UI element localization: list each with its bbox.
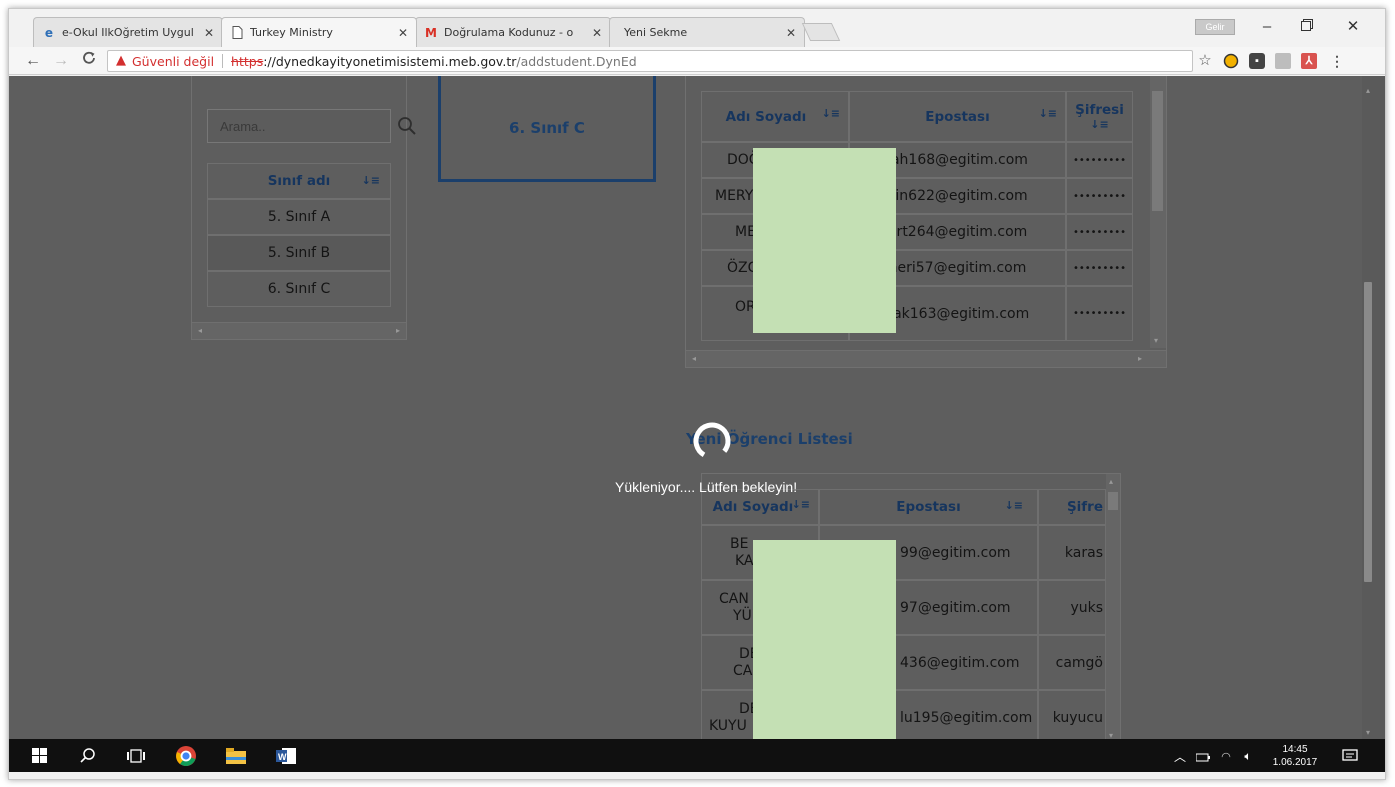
- sort-icon[interactable]: ↓≡: [822, 107, 840, 120]
- wifi-icon[interactable]: ◜◝: [1215, 745, 1237, 767]
- search-input[interactable]: [208, 118, 396, 134]
- svg-text:W: W: [278, 752, 287, 762]
- table-row-password[interactable]: •••••••••: [1066, 286, 1133, 341]
- tab-eokul[interactable]: e e-Okul IlkOğretim Uygul ✕: [33, 17, 223, 47]
- new-students-vscrollbar[interactable]: [1106, 474, 1120, 739]
- extension-grey-icon[interactable]: [1275, 53, 1291, 69]
- star-icon[interactable]: ☆: [1197, 53, 1213, 69]
- word-icon[interactable]: W: [275, 745, 297, 767]
- sort-icon[interactable]: ↓≡: [1039, 107, 1057, 120]
- scroll-up-icon[interactable]: ▴: [1366, 86, 1370, 95]
- menu-icon[interactable]: ⋮: [1329, 53, 1345, 69]
- sort-icon[interactable]: ↓≡: [1090, 118, 1108, 131]
- table-row-password[interactable]: camgö: [1038, 635, 1106, 690]
- scroll-down-icon[interactable]: ▾: [1109, 731, 1113, 739]
- tab-turkey-ministry[interactable]: Turkey Ministry ✕: [221, 17, 417, 47]
- scroll-thumb[interactable]: [1152, 91, 1163, 211]
- url-path: /addstudent.DynEd: [516, 53, 637, 69]
- page-icon: [230, 26, 244, 40]
- windows-start-icon[interactable]: [29, 745, 51, 767]
- sort-icon[interactable]: ↓≡: [362, 174, 380, 187]
- close-icon[interactable]: ✕: [592, 26, 602, 40]
- eokul-icon: e: [44, 25, 54, 40]
- new-tab-button[interactable]: [801, 23, 841, 41]
- search-icon[interactable]: [396, 115, 418, 137]
- redaction-block: [753, 148, 896, 333]
- address-bar[interactable]: ▲ Güvenli değil https://dynedkayityoneti…: [107, 50, 1193, 72]
- scroll-down-icon[interactable]: ▾: [1366, 728, 1370, 737]
- table-row-password[interactable]: •••••••••: [1066, 142, 1133, 178]
- loading-message: Yükleniyor.... Lütfen bekleyin!: [615, 479, 798, 495]
- url-host: ://dynedkayityonetimisistemi.meb.gov.tr: [263, 53, 517, 69]
- browser-window: e e-Okul IlkOğretim Uygul ✕ Turkey Minis…: [8, 8, 1386, 780]
- taskbar-clock[interactable]: 14:45 1.06.2017: [1267, 743, 1323, 769]
- table-row-password[interactable]: •••••••••: [1066, 214, 1133, 250]
- task-view-icon[interactable]: [125, 745, 147, 767]
- browser-toolbar: ← → ▲ Güvenli değil https://dynedkayityo…: [9, 47, 1385, 75]
- search-icon[interactable]: [77, 745, 99, 767]
- sort-icon[interactable]: ↓≡: [1005, 499, 1023, 512]
- profile-button[interactable]: Gelir: [1195, 19, 1235, 35]
- forward-button[interactable]: →: [51, 51, 71, 71]
- warning-icon: ▲: [116, 53, 126, 68]
- maximize-button[interactable]: [1289, 15, 1325, 39]
- tab-strip: e e-Okul IlkOğretim Uygul ✕ Turkey Minis…: [9, 9, 1385, 47]
- class-row[interactable]: 5. Sınıf B: [207, 235, 391, 271]
- table-row-password[interactable]: karas: [1038, 525, 1106, 580]
- close-window-button[interactable]: ✕: [1335, 15, 1371, 39]
- scroll-left-icon[interactable]: ◂: [198, 326, 202, 335]
- reload-button[interactable]: [79, 51, 99, 71]
- gmail-icon: M: [425, 25, 437, 40]
- extension-shop-icon[interactable]: ▪: [1249, 53, 1265, 69]
- scroll-thumb[interactable]: [1108, 492, 1118, 510]
- scroll-left-icon[interactable]: ◂: [692, 354, 696, 363]
- scroll-right-icon[interactable]: ▸: [396, 326, 400, 335]
- page-scroll-thumb[interactable]: [1364, 282, 1372, 582]
- password-column-header[interactable]: Şifresi ↓≡: [1066, 91, 1133, 142]
- tray-chevron-icon[interactable]: ︿: [1169, 745, 1191, 767]
- redaction-block: [753, 540, 896, 739]
- tab-yeni-sekme[interactable]: Yeni Sekme ✕: [609, 17, 805, 47]
- table-row-password[interactable]: •••••••••: [1066, 250, 1133, 286]
- sort-icon[interactable]: ↓≡: [792, 498, 810, 511]
- tab-gmail[interactable]: M Doğrulama Kodunuz - o ✕: [415, 17, 611, 47]
- security-status[interactable]: Güvenli değil: [132, 54, 214, 69]
- class-row[interactable]: 5. Sınıf A: [207, 199, 391, 235]
- close-icon[interactable]: ✕: [204, 26, 214, 40]
- scroll-up-icon[interactable]: ▴: [1109, 477, 1113, 486]
- password-column-header[interactable]: Şifre: [1038, 489, 1106, 525]
- table-row-password[interactable]: •••••••••: [1066, 178, 1133, 214]
- loading-spinner-icon: [693, 422, 731, 460]
- back-button[interactable]: ←: [23, 51, 43, 71]
- close-icon[interactable]: ✕: [786, 26, 796, 40]
- extension-pdf-icon[interactable]: ⅄: [1301, 53, 1317, 69]
- email-column-header[interactable]: Epostası ↓≡: [819, 489, 1038, 525]
- file-explorer-icon[interactable]: [225, 745, 247, 767]
- class-list-hscrollbar[interactable]: ◂ ▸: [192, 322, 406, 339]
- scroll-right-icon[interactable]: ▸: [1138, 354, 1142, 363]
- email-column-header[interactable]: Epostası ↓≡: [849, 91, 1066, 142]
- extension-circle-icon[interactable]: [1223, 53, 1239, 69]
- table-row-password[interactable]: yuks: [1038, 580, 1106, 635]
- close-icon[interactable]: ✕: [398, 26, 408, 40]
- network-icon[interactable]: [1193, 745, 1215, 767]
- windows-taskbar: W ︿ ◜◝ 🔈︎ 14:45 1.06.2017: [9, 739, 1385, 772]
- class-name-header[interactable]: Sınıf adı ↓≡: [207, 163, 391, 199]
- class-row[interactable]: 6. Sınıf C: [207, 271, 391, 307]
- existing-students-hscrollbar[interactable]: ◂ ▸: [686, 350, 1166, 367]
- search-field[interactable]: [207, 109, 416, 143]
- notifications-icon[interactable]: [1339, 745, 1361, 767]
- divider: [222, 54, 224, 68]
- volume-icon[interactable]: 🔈︎: [1237, 745, 1259, 767]
- chrome-icon[interactable]: [175, 745, 197, 767]
- page-content: Sınıf adı ↓≡ 5. Sınıf A 5. Sınıf B 6. Sı…: [9, 76, 1385, 739]
- url-scheme: https: [231, 53, 264, 69]
- table-row-password[interactable]: kuyucu: [1038, 690, 1106, 739]
- selected-class-card[interactable]: 6. Sınıf C: [438, 76, 656, 182]
- name-column-header[interactable]: Adı Soyadı ↓≡: [701, 91, 849, 142]
- scroll-down-icon[interactable]: ▾: [1154, 336, 1158, 345]
- minimize-button[interactable]: –: [1249, 15, 1285, 39]
